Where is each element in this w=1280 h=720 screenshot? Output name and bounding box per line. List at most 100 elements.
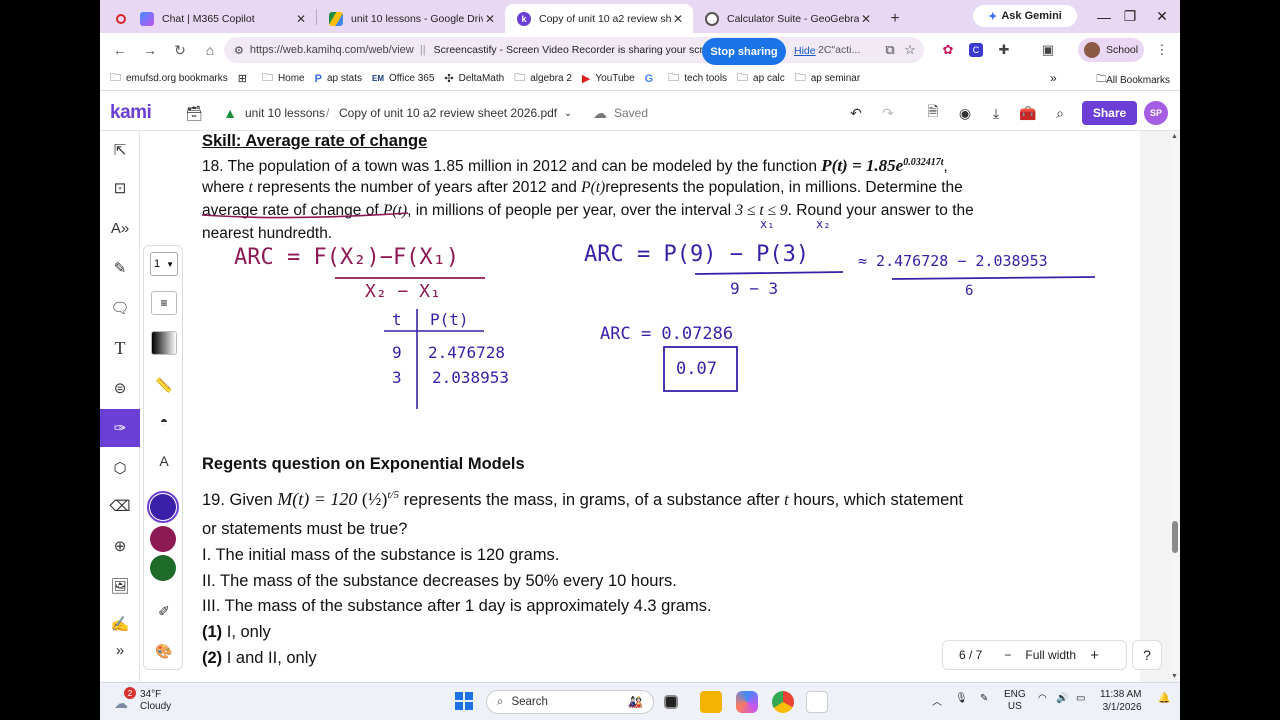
zoom-out-icon[interactable]: − xyxy=(1004,648,1011,662)
zoom-in-icon[interactable]: + xyxy=(1090,647,1099,664)
document-viewport[interactable]: Skill: Average rate of change 18. The po… xyxy=(140,131,1170,682)
wifi-icon[interactable]: ◠ xyxy=(1038,693,1047,704)
file-name[interactable]: Copy of unit 10 a2 review sheet 2026.pdf xyxy=(339,106,557,120)
bookmark-ap-seminar[interactable]: 🗀 ap seminar xyxy=(795,69,860,88)
bookmark-ap-stats[interactable]: Pap stats xyxy=(315,73,362,85)
stop-sharing-button[interactable]: Stop sharing xyxy=(702,38,786,65)
tab-copilot[interactable]: Chat | M365 Copilot ✕ xyxy=(128,4,316,33)
bookmark-emufsd[interactable]: 🗀 emufsd.org bookmarks xyxy=(110,69,228,88)
bookmark-home[interactable]: 🗀 Home xyxy=(262,69,305,88)
select-tool-icon[interactable]: ⇱ xyxy=(100,131,140,169)
highlighter-a-icon[interactable]: A xyxy=(148,446,180,476)
toolbox-icon[interactable]: 🧰 xyxy=(1018,103,1038,123)
user-avatar[interactable]: SP xyxy=(1144,101,1168,125)
menu-kebab-icon[interactable]: ⋮ xyxy=(1152,40,1172,60)
back-icon[interactable]: ← xyxy=(106,36,134,64)
zoom-level[interactable]: Full width xyxy=(1025,648,1076,662)
bookmark-youtube[interactable]: ▶ YouTube xyxy=(582,72,635,85)
expand-rail-icon[interactable]: » xyxy=(100,631,140,669)
bookmark-tech-tools[interactable]: 🗀 tech tools xyxy=(668,69,727,88)
tray-chevron-icon[interactable]: ︿ xyxy=(932,693,942,708)
notification-bell-icon[interactable]: 🔔 xyxy=(1158,693,1170,704)
markup-icon[interactable]: ✎ xyxy=(100,249,140,287)
extensions-icon[interactable]: ✚ xyxy=(994,40,1014,60)
image-icon[interactable]: 🖼 xyxy=(100,567,140,605)
breadcrumb-folder[interactable]: unit 10 lessons xyxy=(245,106,325,120)
color-swatch-indigo[interactable] xyxy=(147,491,179,523)
text-tool-icon[interactable]: T xyxy=(100,329,140,367)
bookmark-algebra-2[interactable]: 🗀 algebra 2 xyxy=(514,69,572,88)
site-info-icon[interactable]: ⚙ xyxy=(234,44,244,57)
opacity-icon[interactable] xyxy=(151,331,177,355)
extension-flower-icon[interactable]: ✿ xyxy=(938,40,958,60)
close-window-icon[interactable]: ✕ xyxy=(1144,0,1180,33)
close-icon[interactable]: ✕ xyxy=(294,12,308,26)
hide-link[interactable]: Hide xyxy=(794,45,816,57)
more-bookmarks-icon[interactable]: » xyxy=(1050,71,1057,85)
extension-c-icon[interactable]: C xyxy=(966,40,986,60)
ruler-icon[interactable]: 📏 xyxy=(148,370,180,400)
search-icon[interactable]: ⌕ xyxy=(1050,103,1070,123)
bookmark-star-icon[interactable]: ☆ xyxy=(900,40,920,60)
screencastify-app-icon[interactable] xyxy=(806,691,828,713)
download-icon[interactable]: ⤓ xyxy=(986,103,1006,123)
bookmark-google[interactable]: G xyxy=(645,73,659,85)
battery-icon[interactable]: ▭ xyxy=(1076,693,1085,704)
undo-icon[interactable]: ↶ xyxy=(846,103,866,123)
chevron-down-icon[interactable]: ⌄ xyxy=(558,103,578,123)
close-icon[interactable]: ✕ xyxy=(859,12,873,26)
vertical-scrollbar[interactable]: ▲ ▼ xyxy=(1170,131,1180,682)
help-button[interactable]: ? xyxy=(1132,640,1162,670)
document-icon[interactable]: 🗎 xyxy=(923,103,943,123)
url-text[interactable]: https://web.kamihq.com/web/view xyxy=(250,44,420,56)
profile-button[interactable]: School xyxy=(1078,38,1144,62)
drawing-tool-icon[interactable]: ✑ xyxy=(100,409,140,447)
file-explorer-icon[interactable] xyxy=(700,691,722,713)
tab-google-drive[interactable]: unit 10 lessons - Google Drive ✕ xyxy=(317,4,505,33)
text-select-icon[interactable]: ⊡ xyxy=(100,169,140,207)
bookmark-ap-calc[interactable]: 🗀 ap calc xyxy=(737,69,785,88)
scroll-up-icon[interactable]: ▲ xyxy=(1171,133,1178,140)
add-media-icon[interactable]: ⊕ xyxy=(100,527,140,565)
taskbar-search[interactable]: ⌕ Search 🎎 xyxy=(486,690,654,714)
line-style-icon[interactable]: ≡ xyxy=(151,291,177,315)
ask-gemini-button[interactable]: ✦ Ask Gemini xyxy=(973,5,1077,27)
install-icon[interactable]: ⧉ xyxy=(880,40,900,60)
forward-icon[interactable]: → xyxy=(136,36,164,64)
reload-icon[interactable]: ↻ xyxy=(166,36,194,64)
side-panel-icon[interactable]: ▣ xyxy=(1038,40,1058,60)
home-icon[interactable]: ⌂ xyxy=(196,36,224,64)
color-palette-icon[interactable]: 🎨 xyxy=(148,636,180,666)
bookmark-apps[interactable]: ⊞ xyxy=(238,72,252,85)
copilot-app-icon[interactable] xyxy=(736,691,758,713)
eraser-icon[interactable]: ⌫ xyxy=(100,487,140,525)
eyedropper-icon[interactable]: ✐ xyxy=(148,596,180,626)
color-swatch-green[interactable] xyxy=(150,555,176,581)
windows-start-icon[interactable] xyxy=(454,691,476,713)
color-swatch-maroon[interactable] xyxy=(150,526,176,552)
stroke-size-select[interactable]: 1 ▼ xyxy=(150,252,178,276)
page-indicator[interactable]: 6 / 7 xyxy=(959,648,982,662)
share-button[interactable]: Share xyxy=(1082,101,1137,125)
bookmark-deltamath[interactable]: ✣ DeltaMath xyxy=(444,72,504,85)
bookmark-office-365[interactable]: EM Office 365 xyxy=(372,73,434,84)
tab-kami-document[interactable]: k Copy of unit 10 a2 review sheet ✕ xyxy=(505,4,693,33)
restore-icon[interactable]: ❐ xyxy=(1112,0,1148,33)
kami-logo[interactable]: kami xyxy=(110,102,152,124)
archive-icon[interactable]: 🗃 xyxy=(184,103,204,123)
equation-icon[interactable]: ⊜ xyxy=(100,369,140,407)
redo-icon[interactable]: ↷ xyxy=(878,103,898,123)
clock[interactable]: 11:38 AM 3/1/2026 xyxy=(1100,688,1142,714)
volume-icon[interactable]: 🔊 xyxy=(1056,693,1068,704)
shapes-icon[interactable]: ⬡ xyxy=(100,449,140,487)
chrome-icon[interactable] xyxy=(772,691,794,713)
all-bookmarks[interactable]: 🗀 All Bookmarks xyxy=(1096,72,1170,89)
scroll-down-icon[interactable]: ▼ xyxy=(1171,673,1178,680)
eye-icon[interactable]: ◉ xyxy=(955,103,975,123)
tab-geogebra[interactable]: Calculator Suite - GeoGebra ✕ xyxy=(693,4,881,33)
new-tab-button[interactable]: + xyxy=(881,5,909,33)
read-aloud-icon[interactable]: A» xyxy=(100,209,140,247)
close-icon[interactable]: ✕ xyxy=(483,12,497,26)
scrollbar-thumb[interactable] xyxy=(1172,521,1178,553)
comment-icon[interactable]: 🗨 xyxy=(100,289,140,327)
